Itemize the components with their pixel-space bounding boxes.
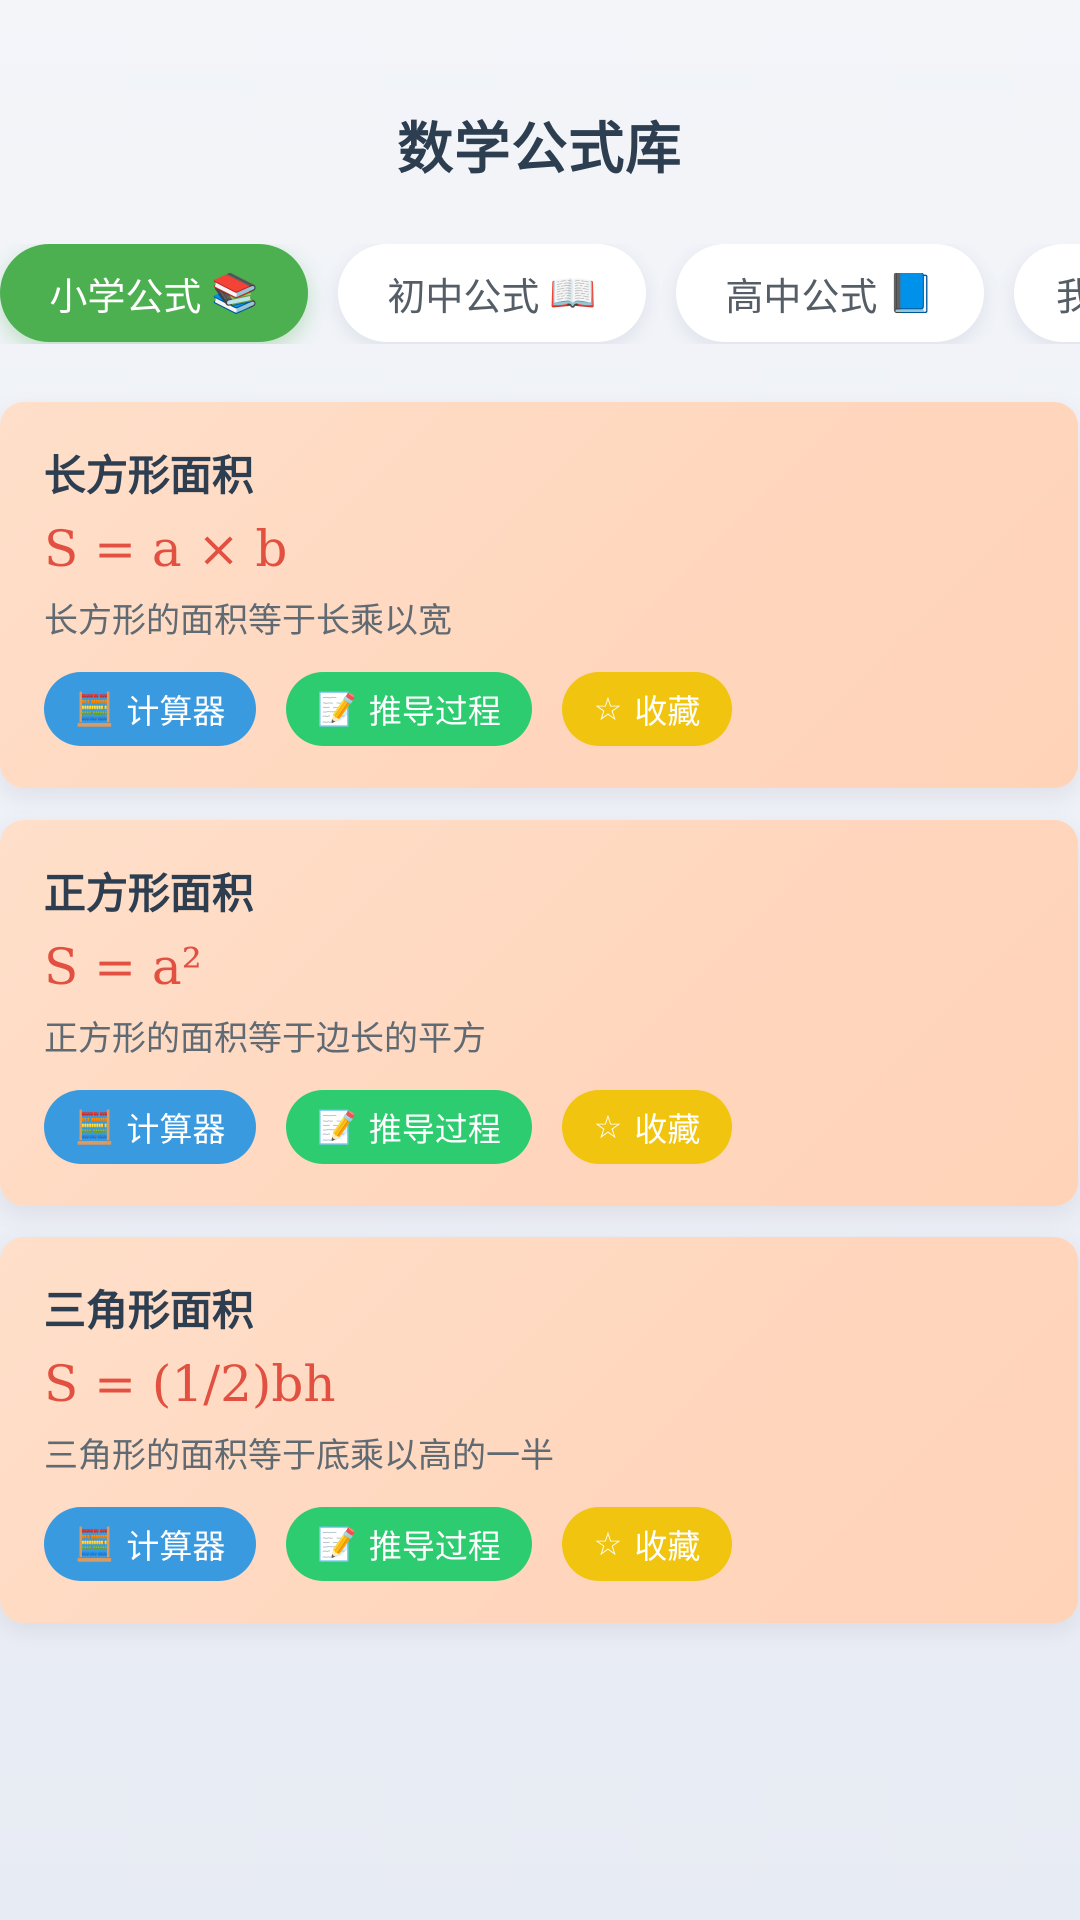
star-icon: ☆ xyxy=(593,690,623,728)
formula-card: 三角形面积 S = (1/2)bh 三角形的面积等于底乘以高的一半 🧮 计算器 … xyxy=(0,1237,1078,1623)
button-label: 收藏 xyxy=(634,1110,701,1149)
formula-expression: S = a × b xyxy=(44,520,288,578)
derivation-button[interactable]: 📝 推导过程 xyxy=(286,1090,532,1164)
favorite-button[interactable]: ☆ 收藏 xyxy=(562,672,732,746)
formula-title: 正方形面积 xyxy=(44,869,255,918)
page-title: 数学公式库 xyxy=(397,117,683,182)
formula-expression: S = a² xyxy=(44,938,202,996)
open-book-icon: 📖 xyxy=(549,270,597,315)
favorite-button[interactable]: ☆ 收藏 xyxy=(562,1507,732,1581)
books-icon: 📚 xyxy=(211,270,259,315)
formula-title: 长方形面积 xyxy=(44,451,255,500)
memo-icon: 📝 xyxy=(317,690,357,728)
tab-label: 小学公式 xyxy=(49,274,202,319)
tab-label: 高中公式 xyxy=(725,274,878,319)
formula-description: 三角形的面积等于底乘以高的一半 xyxy=(44,1436,554,1476)
calculator-button[interactable]: 🧮 计算器 xyxy=(44,1090,256,1164)
button-label: 推导过程 xyxy=(368,1527,501,1566)
button-label: 收藏 xyxy=(634,692,701,731)
button-label: 推导过程 xyxy=(368,1110,501,1149)
formula-description: 正方形的面积等于边长的平方 xyxy=(44,1019,486,1059)
tab-label: 初中公式 xyxy=(387,274,540,319)
formula-card: 长方形面积 S = a × b 长方形的面积等于长乘以宽 🧮 计算器 📝 推导过… xyxy=(0,402,1078,788)
tab-high-school[interactable]: 高中公式 📘 xyxy=(676,244,984,342)
button-label: 计算器 xyxy=(126,1110,226,1149)
tab-middle-school[interactable]: 初中公式 📖 xyxy=(338,244,646,342)
formula-title: 三角形面积 xyxy=(44,1286,255,1335)
tab-primary-school[interactable]: 小学公式 📚 xyxy=(0,244,308,342)
button-label: 推导过程 xyxy=(368,692,501,731)
formula-card: 正方形面积 S = a² 正方形的面积等于边长的平方 🧮 计算器 📝 推导过程 … xyxy=(0,820,1078,1206)
button-label: 收藏 xyxy=(634,1527,701,1566)
favorite-button[interactable]: ☆ 收藏 xyxy=(562,1090,732,1164)
formula-description: 长方形的面积等于长乘以宽 xyxy=(44,601,452,641)
memo-icon: 📝 xyxy=(317,1108,357,1146)
calculator-button[interactable]: 🧮 计算器 xyxy=(44,1507,256,1581)
star-icon: ☆ xyxy=(593,1108,623,1146)
blue-book-icon: 📘 xyxy=(887,270,935,315)
category-tabs: 小学公式 📚 初中公式 📖 高中公式 📘 我 xyxy=(0,244,1080,344)
button-label: 计算器 xyxy=(126,692,226,731)
abacus-icon: 🧮 xyxy=(74,1525,115,1563)
tab-mine[interactable]: 我 xyxy=(1014,244,1080,342)
button-label: 计算器 xyxy=(126,1527,226,1566)
derivation-button[interactable]: 📝 推导过程 xyxy=(286,1507,532,1581)
star-icon: ☆ xyxy=(593,1525,623,1563)
tab-label: 我 xyxy=(1056,274,1080,319)
abacus-icon: 🧮 xyxy=(74,690,115,728)
memo-icon: 📝 xyxy=(317,1525,357,1563)
derivation-button[interactable]: 📝 推导过程 xyxy=(286,672,532,746)
formula-expression: S = (1/2)bh xyxy=(44,1355,336,1413)
abacus-icon: 🧮 xyxy=(74,1108,115,1146)
calculator-button[interactable]: 🧮 计算器 xyxy=(44,672,256,746)
